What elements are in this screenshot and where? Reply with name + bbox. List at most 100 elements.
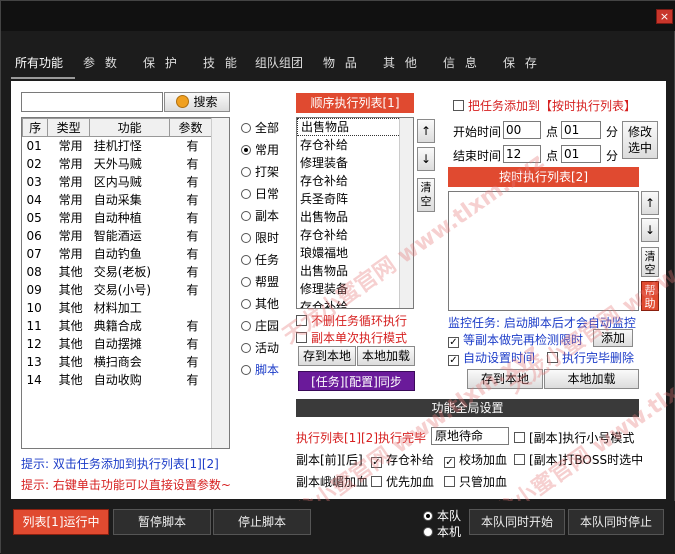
seq-list-item[interactable]: 出售物品: [297, 262, 413, 280]
cell-param: 有: [186, 229, 199, 243]
seq-list-item[interactable]: 修理装备: [297, 154, 413, 172]
seq-list-item[interactable]: 存仓补给: [297, 172, 413, 190]
tab-save[interactable]: 保 存: [503, 54, 540, 71]
pause-script-button[interactable]: 暂停脚本: [113, 509, 211, 535]
team-radio[interactable]: 本队: [423, 507, 461, 524]
category-radio[interactable]: 打架: [241, 163, 279, 180]
cell-param: 有: [186, 157, 199, 171]
tab-other[interactable]: 其 他: [383, 54, 420, 71]
seq-list-item[interactable]: 兵圣奇阵: [297, 190, 413, 208]
tab-protect[interactable]: 保 护: [143, 54, 180, 71]
table-row[interactable]: 11 其他 典籍合成 有: [23, 317, 212, 335]
radio-dot: [241, 145, 251, 155]
help-button[interactable]: 帮助: [641, 281, 659, 311]
tab-skills[interactable]: 技 能: [203, 54, 240, 71]
modify-selected-button[interactable]: 修改选中: [622, 121, 658, 159]
table-row[interactable]: 09 其他 交易(小号) 有: [23, 281, 212, 299]
col-function[interactable]: 功能: [89, 118, 170, 137]
priority-buff-checkbox[interactable]: 优先加血: [371, 473, 434, 490]
seq-list-item[interactable]: 存仓补给: [297, 226, 413, 244]
table-scrollbar[interactable]: [211, 118, 229, 448]
tab-team[interactable]: 组队组团: [255, 54, 303, 71]
tab-params[interactable]: 参 数: [83, 54, 120, 71]
seq-list-item[interactable]: 出售物品: [297, 208, 413, 226]
team-stop-button[interactable]: 本队同时停止: [568, 509, 664, 535]
table-row[interactable]: 07 常用 自动钓鱼 有: [23, 245, 212, 263]
seq-list-item[interactable]: 存仓补给: [297, 136, 413, 154]
priority-buff-label: 优先加血: [386, 475, 435, 489]
seq-list-item[interactable]: 琅嬛福地: [297, 244, 413, 262]
category-radio[interactable]: 常用: [241, 141, 279, 158]
table-row[interactable]: 03 常用 区内马贼 有: [23, 173, 212, 191]
category-radio[interactable]: 日常: [241, 185, 279, 202]
tab-info[interactable]: 信 息: [443, 54, 480, 71]
table-row[interactable]: 13 其他 横扫商会 有: [23, 353, 212, 371]
seq-move-up-button[interactable]: ↑: [417, 119, 435, 143]
seq-save-local-button[interactable]: 存到本地: [298, 346, 356, 366]
tab-items[interactable]: 物 品: [323, 54, 360, 71]
end-minute-select[interactable]: 01: [561, 145, 601, 163]
col-param[interactable]: 参数: [168, 118, 213, 137]
table-row[interactable]: 08 其他 交易(老板) 有: [23, 263, 212, 281]
seq-load-local-button[interactable]: 本地加载: [357, 346, 415, 366]
tab-all[interactable]: 所有功能: [15, 54, 63, 71]
add-to-timed-checkbox[interactable]: 把任务添加到【按时执行列表】: [453, 97, 636, 114]
after-exec-select[interactable]: 原地待命: [431, 427, 509, 445]
category-radio[interactable]: 其他: [241, 295, 279, 312]
timed-load-local-button[interactable]: 本地加载: [544, 369, 639, 389]
start-hour-select[interactable]: 00: [503, 121, 541, 139]
category-radio[interactable]: 庄园: [241, 317, 279, 334]
table-row[interactable]: 14 其他 自动收购 有: [23, 371, 212, 389]
cell-function: 区内马贼: [93, 175, 142, 189]
table-row[interactable]: 10 其他 材料加工: [23, 299, 212, 317]
table-row[interactable]: 02 常用 天外马贼 有: [23, 155, 212, 173]
done-delete-checkbox[interactable]: 执行完毕删除: [547, 349, 634, 366]
seq-list-item[interactable]: 出售物品: [297, 118, 413, 136]
search-button[interactable]: 搜索: [164, 92, 230, 112]
no-delete-loop-checkbox[interactable]: 不删任务循环执行: [296, 312, 407, 329]
radio-dot: [423, 511, 433, 521]
auto-time-checkbox[interactable]: ✓ 自动设置时间: [448, 349, 535, 366]
search-input[interactable]: [21, 92, 163, 112]
category-radio[interactable]: 全部: [241, 119, 279, 136]
table-row[interactable]: 04 常用 自动采集 有: [23, 191, 212, 209]
wait-dungeon-checkbox[interactable]: ✓ 等副本做完再检测限时: [448, 331, 583, 348]
boss-fight-checkbox[interactable]: [副本]打BOSS时选中: [514, 451, 643, 468]
timed-save-local-button[interactable]: 存到本地: [467, 369, 543, 389]
end-hour-select[interactable]: 12: [503, 145, 541, 163]
single-dungeon-checkbox[interactable]: 副本单次执行模式: [296, 329, 407, 346]
team-start-button[interactable]: 本队同时开始: [469, 509, 565, 535]
sync-button[interactable]: [任务][配置]同步: [298, 371, 415, 391]
col-type[interactable]: 类型: [47, 118, 91, 137]
category-radio[interactable]: 任务: [241, 251, 279, 268]
seq-move-down-button[interactable]: ↓: [417, 147, 435, 171]
running-status-button[interactable]: 列表[1]运行中: [13, 509, 109, 535]
seq-list-scrollbar[interactable]: [399, 118, 413, 308]
close-button[interactable]: ×: [656, 9, 673, 24]
category-radio[interactable]: 限时: [241, 229, 279, 246]
table-row[interactable]: 01 常用 挂机打怪 有: [23, 137, 212, 155]
store-supply-checkbox[interactable]: ✓ 存仓补给: [371, 451, 434, 468]
machine-radio[interactable]: 本机: [423, 523, 461, 540]
table-row[interactable]: 05 常用 自动种植 有: [23, 209, 212, 227]
category-radio[interactable]: 脚本: [241, 361, 279, 378]
seq-list-item[interactable]: 存仓补给: [297, 298, 413, 308]
seq-list-item[interactable]: 修理装备: [297, 280, 413, 298]
dungeon-before-after-label: 副本[前][后]: [296, 453, 363, 467]
small-mode-checkbox[interactable]: [副本]执行小号模式: [514, 429, 634, 446]
stop-script-button[interactable]: 停止脚本: [213, 509, 311, 535]
col-no[interactable]: 序: [22, 118, 49, 137]
timed-move-down-button[interactable]: ↓: [641, 218, 659, 242]
timed-add-button[interactable]: 添加: [593, 329, 633, 347]
start-minute-select[interactable]: 01: [561, 121, 601, 139]
category-radio[interactable]: 副本: [241, 207, 279, 224]
timed-move-up-button[interactable]: ↑: [641, 191, 659, 215]
category-radio[interactable]: 帮盟: [241, 273, 279, 290]
category-radio[interactable]: 活动: [241, 339, 279, 356]
arena-buff-checkbox[interactable]: ✓ 校场加血: [444, 451, 507, 468]
table-row[interactable]: 12 其他 自动摆摊 有: [23, 335, 212, 353]
table-row[interactable]: 06 常用 智能酒运 有: [23, 227, 212, 245]
timed-clear-button[interactable]: 清空: [641, 247, 659, 277]
seq-clear-button[interactable]: 清空: [417, 178, 435, 212]
only-buff-checkbox[interactable]: 只管加血: [444, 473, 507, 490]
